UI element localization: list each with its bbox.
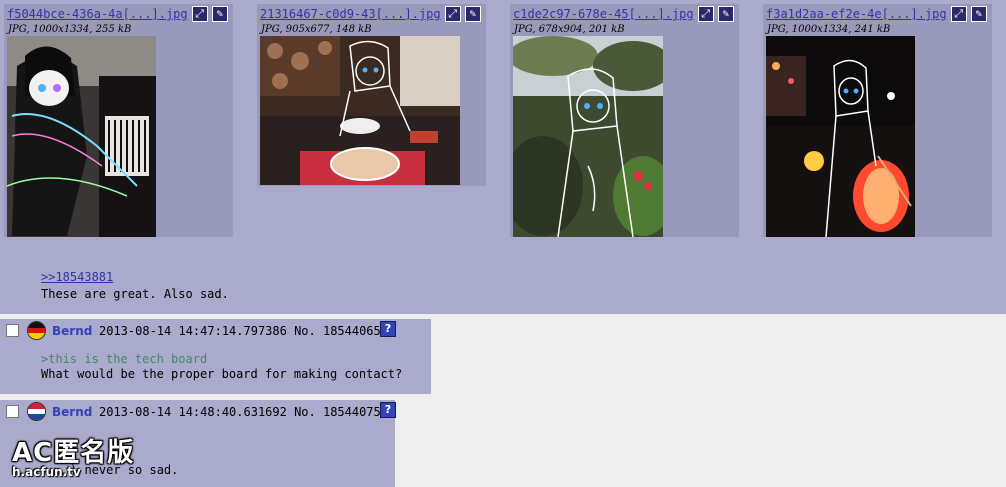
help-icon[interactable]: ? <box>380 402 396 418</box>
post-datetime: 2013-08-14 14:48:40.631692 No. 18544075 <box>99 405 381 419</box>
file-link[interactable]: f5044bce-436a-4a[...].jpg <box>7 7 188 21</box>
file-attachment-3: c1de2c97-678e-45[...].jpg ⤢ ✎ JPG, 678x9… <box>510 4 739 237</box>
file-meta: JPG, 1000x1334, 255 kB <box>8 24 132 35</box>
file-attachment-2: 21316467-c0d9-43[...].jpg ⤢ ✎ JPG, 905x6… <box>257 4 486 186</box>
file-attachment-1: f5044bce-436a-4a[...].jpg ⤢ ✎ JPG, 1000x… <box>4 4 233 237</box>
post-message: These are great. Also sad. <box>41 287 229 301</box>
post-message: What would be the proper board for makin… <box>41 367 403 381</box>
greentext-quote: >this is the tech board <box>41 352 208 366</box>
edit-icon[interactable]: ✎ <box>717 6 734 22</box>
poster-name: Bernd <box>52 324 93 338</box>
watermark-title: AC匿名版 <box>12 438 135 468</box>
expand-icon[interactable]: ⤢ <box>191 6 208 22</box>
edit-icon[interactable]: ✎ <box>970 6 987 22</box>
expand-icon[interactable]: ⤢ <box>444 6 461 22</box>
file-link[interactable]: f3a1d2aa-ef2e-4e[...].jpg <box>766 7 947 21</box>
quote-link[interactable]: >>18543881 <box>41 270 113 284</box>
thumbnail-image[interactable] <box>513 36 663 237</box>
file-link[interactable]: 21316467-c0d9-43[...].jpg <box>260 7 441 21</box>
file-meta: JPG, 678x904, 201 kB <box>514 24 625 35</box>
file-header: 21316467-c0d9-43[...].jpg ⤢ ✎ <box>260 6 481 22</box>
help-icon[interactable]: ? <box>380 321 396 337</box>
file-header: c1de2c97-678e-45[...].jpg ⤢ ✎ <box>513 6 734 22</box>
watermark: AC匿名版 h.acfun.tv <box>12 432 134 479</box>
expand-icon[interactable]: ⤢ <box>950 6 967 22</box>
file-meta: JPG, 1000x1334, 241 kB <box>767 24 891 35</box>
netherlands-flag-icon <box>27 402 46 421</box>
poster-name: Bernd <box>52 405 93 419</box>
reply-post: Bernd 2013-08-14 14:47:14.797386 No. 185… <box>0 319 431 394</box>
edit-icon[interactable]: ✎ <box>464 6 481 22</box>
file-header: f3a1d2aa-ef2e-4e[...].jpg ⤢ ✎ <box>766 6 987 22</box>
file-header: f5044bce-436a-4a[...].jpg ⤢ ✎ <box>7 6 228 22</box>
post-checkbox[interactable] <box>6 324 19 337</box>
file-meta: JPG, 905x677, 148 kB <box>261 24 372 35</box>
expand-icon[interactable]: ⤢ <box>697 6 714 22</box>
germany-flag-icon <box>27 321 46 340</box>
thumbnail-image[interactable] <box>7 36 156 237</box>
file-link[interactable]: c1de2c97-678e-45[...].jpg <box>513 7 694 21</box>
thumbnail-image[interactable] <box>766 36 915 237</box>
original-post: f5044bce-436a-4a[...].jpg ⤢ ✎ JPG, 1000x… <box>0 0 1006 314</box>
edit-icon[interactable]: ✎ <box>211 6 228 22</box>
post-datetime: 2013-08-14 14:47:14.797386 No. 18544065 <box>99 324 381 338</box>
post-checkbox[interactable] <box>6 405 19 418</box>
file-attachment-4: f3a1d2aa-ef2e-4e[...].jpg ⤢ ✎ JPG, 1000x… <box>763 4 992 237</box>
thumbnail-image[interactable] <box>260 36 460 185</box>
